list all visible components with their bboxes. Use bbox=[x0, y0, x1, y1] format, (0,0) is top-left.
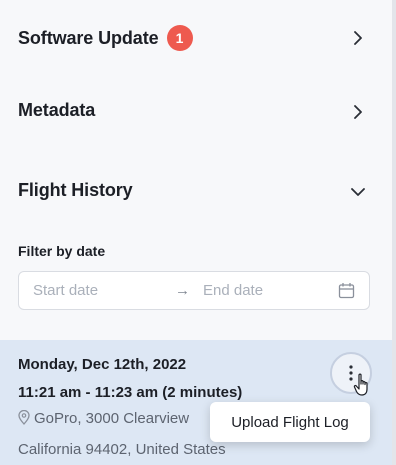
date-range-picker[interactable]: Start date → End date bbox=[18, 271, 370, 310]
sidebar-panel: Software Update 1 Metadata Flight Histor… bbox=[0, 0, 392, 465]
start-date-input[interactable]: Start date bbox=[33, 282, 98, 299]
software-update-title: Software Update bbox=[18, 27, 159, 48]
flight-history-title: Flight History bbox=[18, 179, 133, 200]
calendar-icon[interactable] bbox=[338, 282, 355, 304]
metadata-row[interactable]: Metadata bbox=[18, 96, 366, 124]
flight-address-line2: California 94402, United States bbox=[18, 441, 226, 458]
flight-location-text: GoPro, 3000 Clearview bbox=[34, 410, 190, 427]
hand-cursor-icon bbox=[353, 373, 373, 402]
upload-flight-log-item[interactable]: Upload Flight Log bbox=[231, 414, 349, 431]
chevron-right-icon[interactable] bbox=[350, 30, 366, 46]
flight-options-menu: Upload Flight Log bbox=[210, 402, 370, 442]
location-pin-icon bbox=[18, 409, 30, 429]
flight-history-row[interactable]: Flight History bbox=[18, 176, 366, 204]
panel-edge bbox=[392, 0, 396, 465]
metadata-title: Metadata bbox=[18, 99, 96, 120]
range-arrow-icon: → bbox=[175, 282, 190, 299]
chevron-down-icon[interactable] bbox=[350, 184, 366, 200]
update-count-badge: 1 bbox=[166, 25, 193, 51]
end-date-input[interactable]: End date bbox=[203, 282, 263, 299]
filter-by-date-label: Filter by date bbox=[18, 243, 106, 259]
flight-date: Monday, Dec 12th, 2022 bbox=[18, 356, 187, 373]
chevron-right-icon[interactable] bbox=[350, 104, 366, 120]
flight-time: 11:21 am - 11:23 am (2 minutes) bbox=[18, 384, 243, 401]
flight-entry-card[interactable]: Monday, Dec 12th, 2022 11:21 am - 11:23 … bbox=[0, 340, 392, 465]
software-update-row[interactable]: Software Update 1 bbox=[18, 24, 366, 52]
flight-location: GoPro, 3000 Clearview bbox=[18, 409, 190, 429]
